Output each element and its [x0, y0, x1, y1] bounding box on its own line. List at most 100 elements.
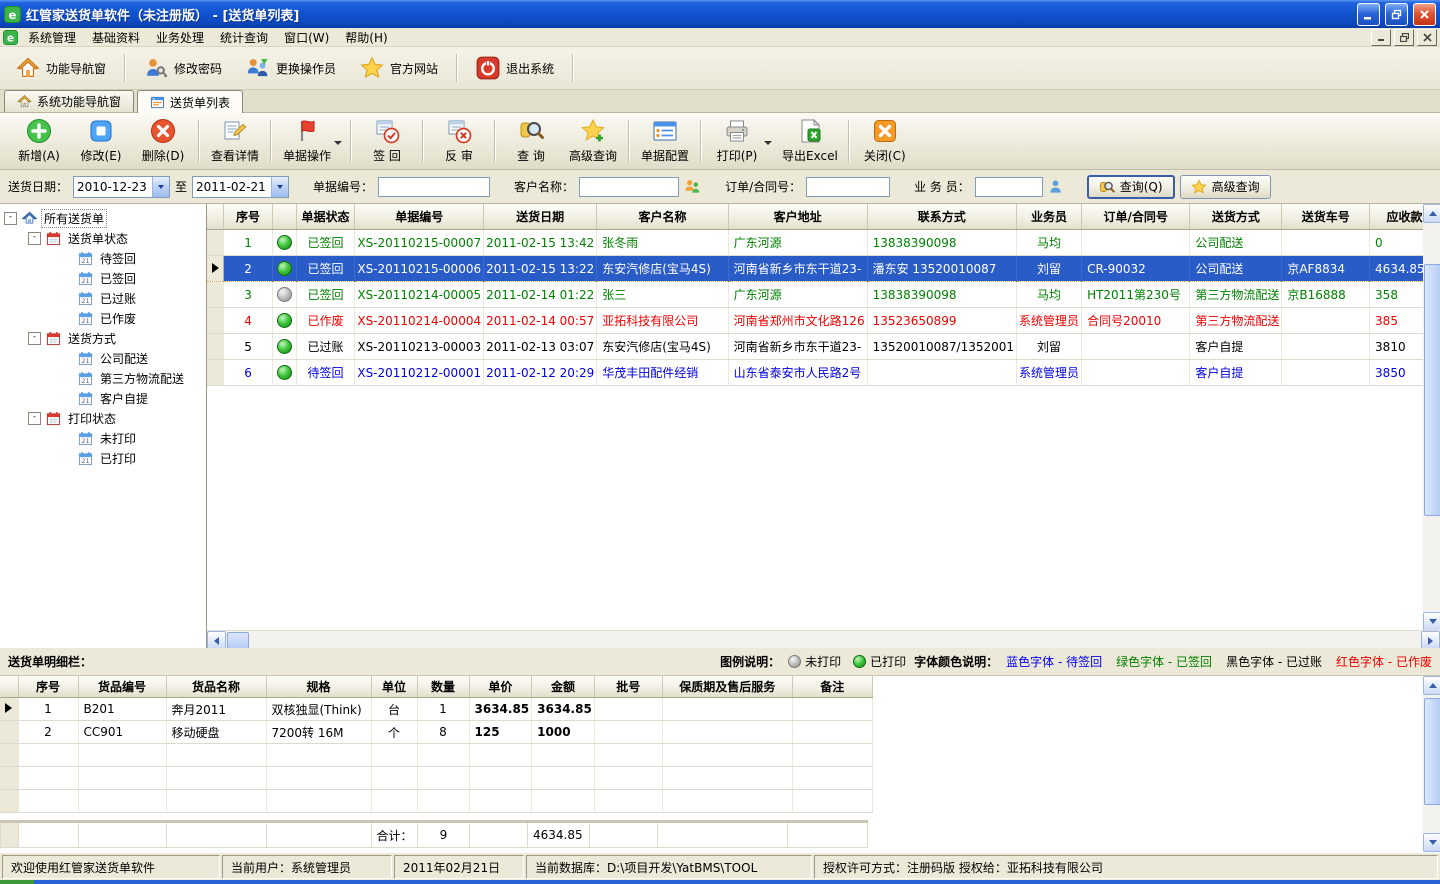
scroll-down-button[interactable] [1423, 612, 1440, 631]
toolbar-button[interactable]: 查看详情 [204, 115, 266, 167]
menu-item[interactable]: 基础资料 [84, 28, 148, 47]
date-from-value[interactable] [74, 177, 152, 197]
dropdown-arrow-icon[interactable] [334, 134, 344, 148]
tree-item[interactable]: -送货单状态 [0, 228, 206, 248]
toolbar-button[interactable]: 关闭(C) [854, 115, 916, 167]
customer-picker-icon[interactable] [684, 178, 701, 195]
detail-row[interactable] [0, 790, 872, 813]
column-header[interactable]: 送货日期 [484, 204, 597, 230]
column-header[interactable]: 单位 [371, 676, 417, 698]
order-row[interactable]: 6待签回XS-20110212-000012011-02-12 20:29华茂丰… [207, 360, 1440, 386]
docno-input[interactable] [378, 177, 490, 197]
column-header[interactable]: 单据编号 [355, 204, 484, 230]
quickbar-button[interactable]: 更换操作员 [236, 51, 346, 85]
column-header[interactable]: 货品编号 [78, 676, 166, 698]
menu-item[interactable]: 帮助(H) [337, 28, 395, 47]
order-row[interactable]: 5已过账XS-20110213-000032011-02-13 03:07东安汽… [207, 334, 1440, 360]
tab-delivery-list[interactable]: 送货单列表 [137, 90, 243, 113]
column-header[interactable]: 送货方式 [1190, 204, 1282, 230]
column-header[interactable]: 单价 [469, 676, 532, 698]
tree-item[interactable]: 21已过账 [0, 288, 206, 308]
column-header[interactable]: 联系方式 [867, 204, 1016, 230]
scroll-thumb[interactable] [1424, 698, 1440, 805]
toolbar-button[interactable]: 删除(D) [132, 115, 194, 167]
order-row[interactable]: 3已签回XS-20110214-000052011-02-14 01:22张三广… [207, 282, 1440, 308]
scroll-up-button[interactable] [1423, 204, 1440, 223]
scroll-right-button[interactable] [1421, 631, 1440, 648]
tree-item[interactable]: 21已打印 [0, 448, 206, 468]
menu-item[interactable]: 业务处理 [148, 28, 212, 47]
scroll-up-button[interactable] [1423, 676, 1440, 695]
tree-item[interactable]: 21已签回 [0, 268, 206, 288]
salesman-picker-icon[interactable] [1048, 179, 1063, 194]
order-row[interactable]: 4已作废XS-20110214-000042011-02-14 00:57亚拓科… [207, 308, 1440, 334]
scroll-left-button[interactable] [207, 631, 226, 648]
dropdown-arrow-icon[interactable] [764, 134, 774, 148]
column-header[interactable]: 备注 [792, 676, 872, 698]
tree-item[interactable]: 21已作废 [0, 308, 206, 328]
toolbar-button[interactable]: 修改(E) [70, 115, 132, 167]
horizontal-scrollbar[interactable] [207, 630, 1440, 648]
scroll-track[interactable] [250, 631, 1421, 648]
column-header[interactable]: 数量 [417, 676, 469, 698]
detail-row[interactable]: 1B201奔月2011双核独显(Think)台13634.853634.85 [0, 698, 872, 721]
column-header[interactable] [272, 204, 296, 230]
quickbar-button[interactable]: 修改密码 [134, 51, 232, 85]
column-header[interactable]: 送货车号 [1282, 204, 1370, 230]
minimize-button[interactable] [1357, 3, 1380, 26]
mdi-minimize-button[interactable] [1371, 29, 1391, 46]
order-row[interactable]: 1已签回XS-20110215-000072011-02-15 13:42张冬雨… [207, 230, 1440, 256]
tree-item[interactable]: -所有送货单 [0, 208, 206, 228]
column-header[interactable]: 金额 [532, 676, 595, 698]
column-header[interactable]: 规格 [266, 676, 371, 698]
detail-row[interactable]: 2CC901移动硬盘7200转 16M个81251000 [0, 721, 872, 744]
column-header[interactable]: 保质期及售后服务 [662, 676, 792, 698]
tree-expander-icon[interactable]: - [28, 332, 41, 345]
quickbar-button[interactable]: 功能导航窗 [6, 51, 116, 85]
toolbar-button[interactable]: 查 询 [500, 115, 562, 167]
date-from-select[interactable] [73, 176, 170, 198]
tree-expander-icon[interactable]: - [28, 412, 41, 425]
quickbar-button[interactable]: 退出系统 [466, 51, 564, 85]
chevron-down-icon[interactable] [152, 177, 169, 197]
close-button[interactable] [1413, 3, 1436, 26]
restore-button[interactable] [1385, 3, 1408, 26]
salesman-input[interactable] [975, 177, 1043, 197]
toolbar-button[interactable]: 打印(P) [706, 115, 768, 167]
toolbar-button[interactable]: 单据操作 [276, 115, 338, 167]
mdi-close-button[interactable] [1417, 29, 1437, 46]
detail-row[interactable] [0, 744, 872, 767]
column-header[interactable]: 业务员 [1017, 204, 1082, 230]
column-header[interactable]: 订单/合同号 [1082, 204, 1190, 230]
column-header[interactable]: 序号 [224, 204, 273, 230]
tree-item[interactable]: -打印状态 [0, 408, 206, 428]
mdi-restore-button[interactable] [1394, 29, 1414, 46]
column-header[interactable]: 客户名称 [597, 204, 728, 230]
detail-row[interactable] [0, 767, 872, 790]
scroll-thumb[interactable] [1424, 264, 1440, 516]
date-to-value[interactable] [193, 177, 271, 197]
tree-expander-icon[interactable]: - [4, 212, 17, 225]
vertical-scrollbar[interactable] [1423, 204, 1440, 631]
scroll-track[interactable] [1423, 695, 1440, 833]
tree-item[interactable]: 21客户自提 [0, 388, 206, 408]
column-header[interactable]: 序号 [18, 676, 78, 698]
column-header[interactable]: 单据状态 [296, 204, 355, 230]
column-header[interactable]: 客户地址 [728, 204, 867, 230]
menu-item[interactable]: 系统管理 [20, 28, 84, 47]
tree-item[interactable]: 21未打印 [0, 428, 206, 448]
order-row[interactable]: 2已签回XS-20110215-000062011-02-15 13:22东安汽… [207, 256, 1440, 282]
menu-item[interactable]: 窗口(W) [276, 28, 337, 47]
tree-item[interactable]: 21公司配送 [0, 348, 206, 368]
chevron-down-icon[interactable] [271, 177, 288, 197]
scroll-thumb[interactable] [227, 632, 249, 648]
toolbar-button[interactable]: 导出Excel [776, 115, 844, 167]
query-button[interactable]: 查询(Q) [1087, 175, 1175, 199]
tab-nav-home[interactable]: 系统功能导航窗 [4, 90, 134, 112]
toolbar-button[interactable]: 反 审 [428, 115, 490, 167]
toolbar-button[interactable]: 新增(A) [8, 115, 70, 167]
customer-input[interactable] [579, 177, 679, 197]
column-header[interactable]: 货品名称 [166, 676, 266, 698]
tree-expander-icon[interactable]: - [28, 232, 41, 245]
date-to-select[interactable] [192, 176, 289, 198]
